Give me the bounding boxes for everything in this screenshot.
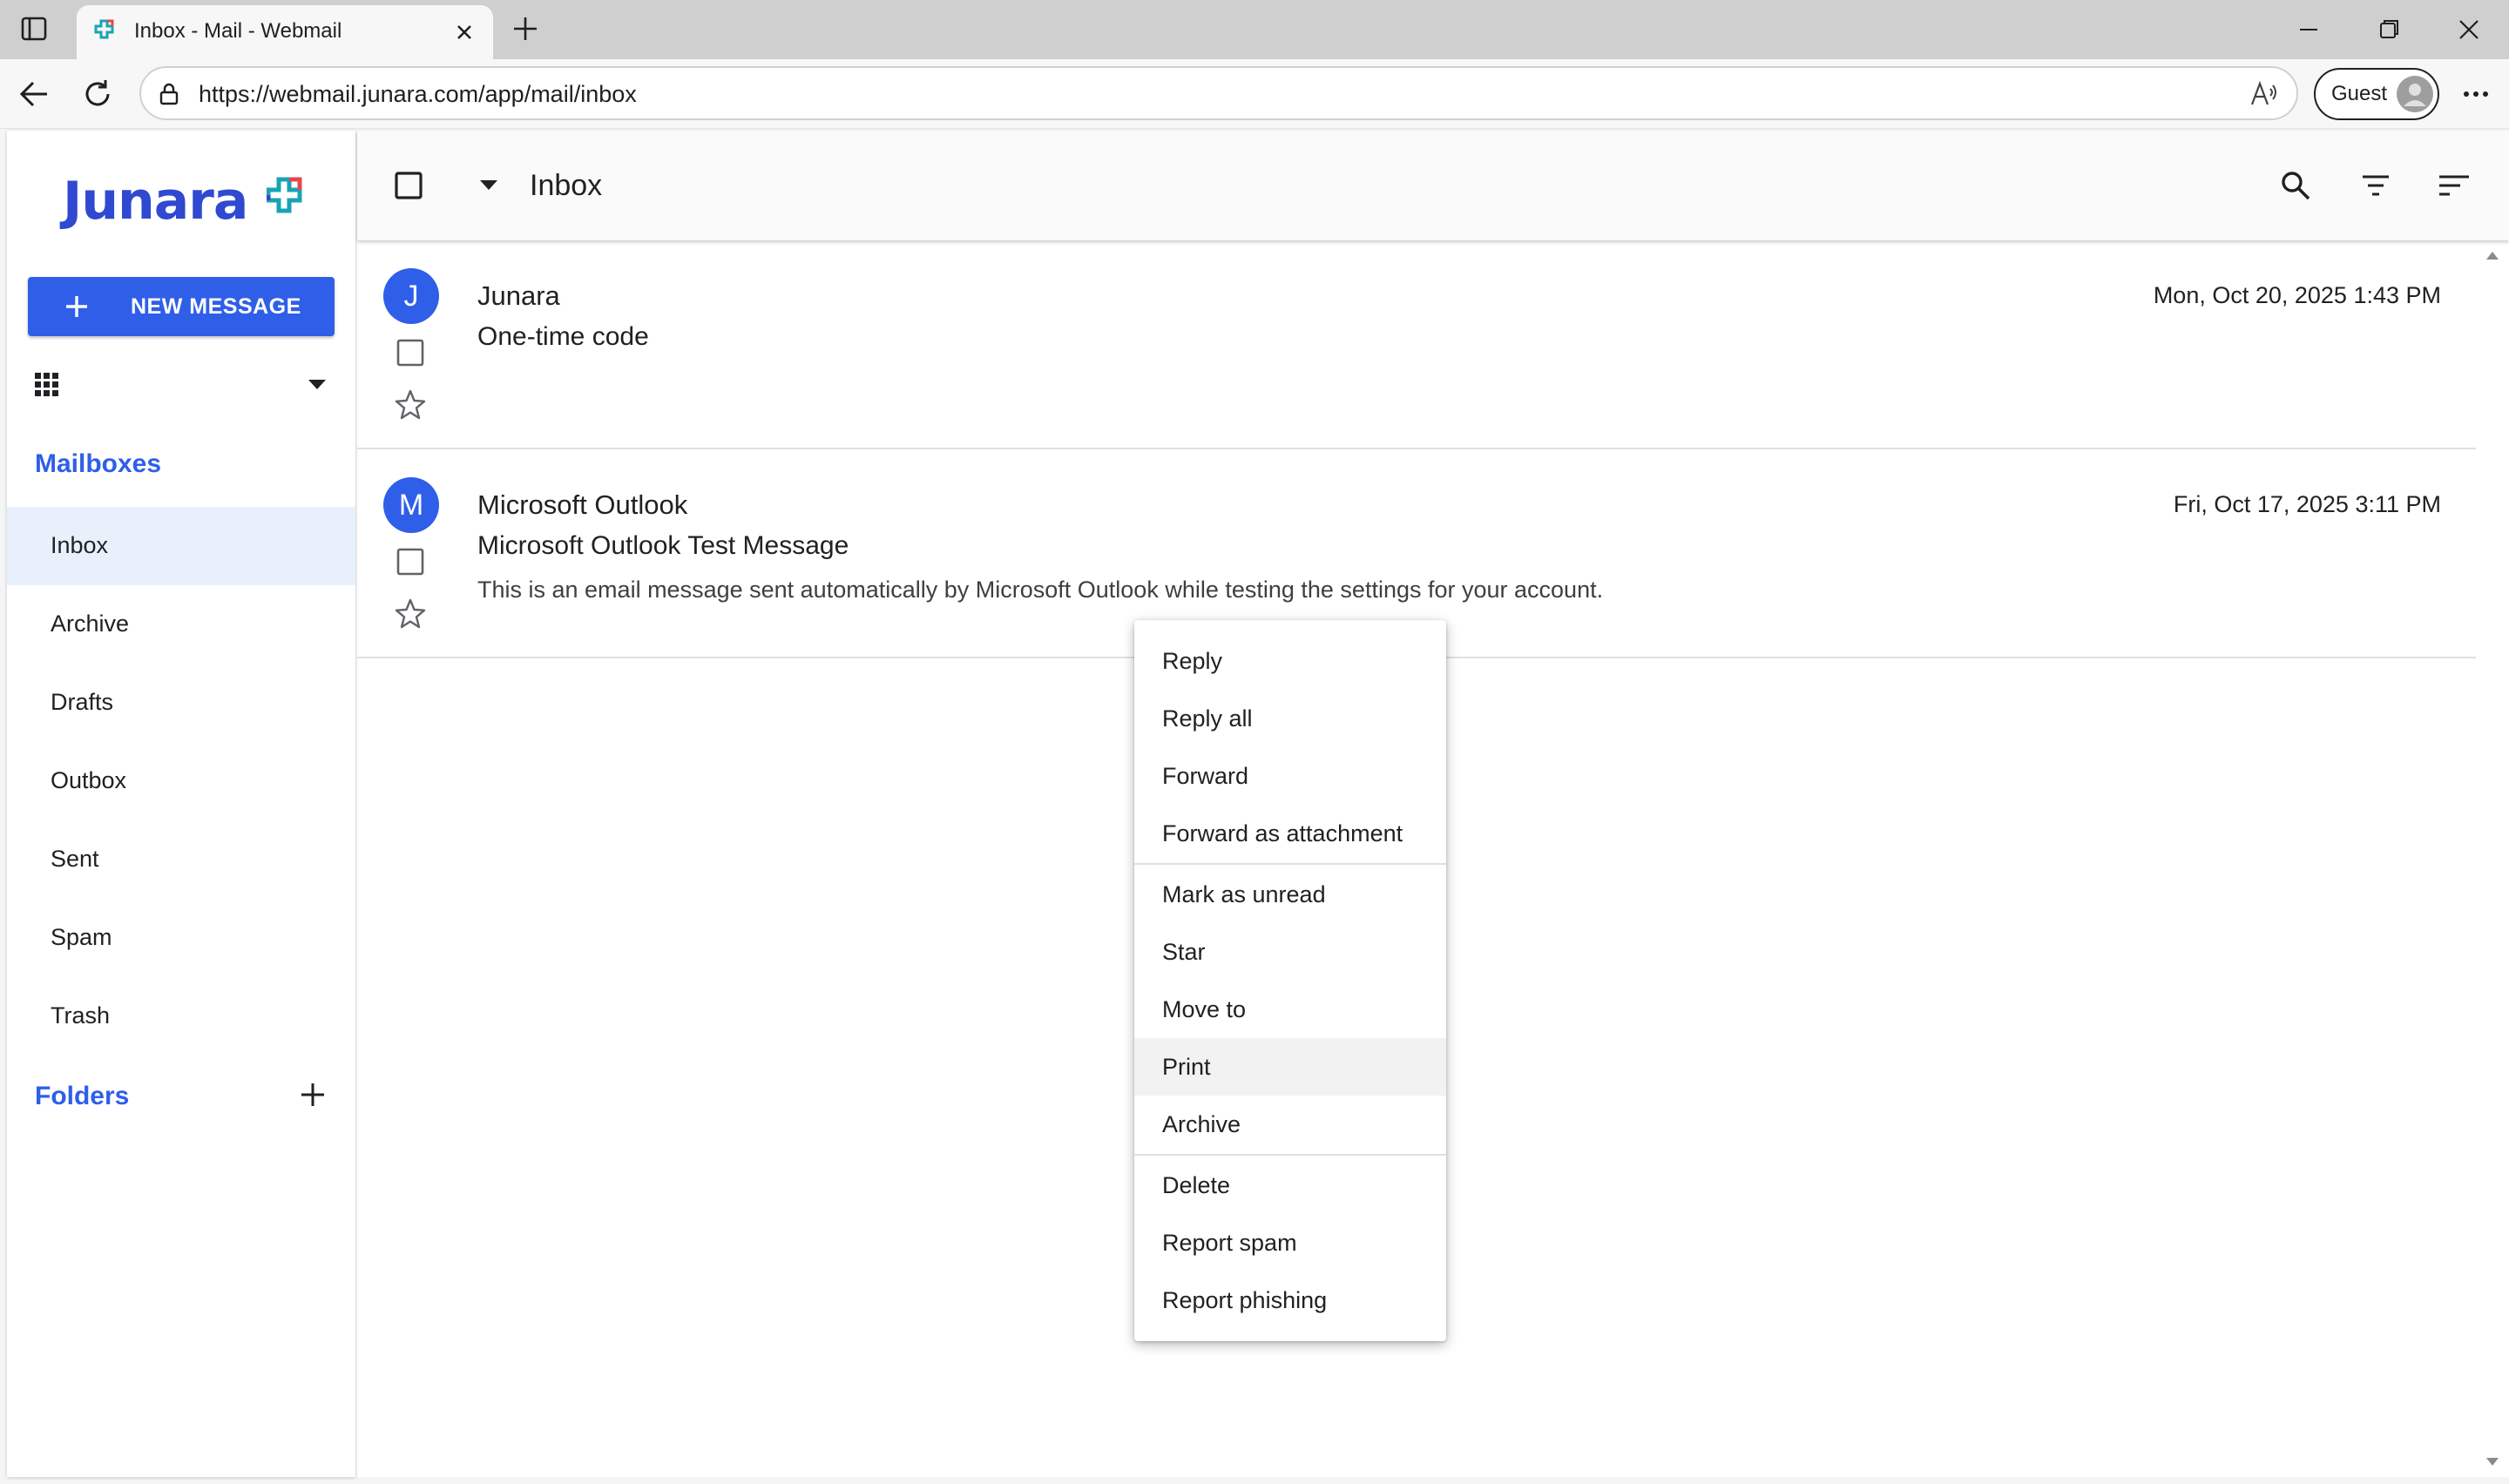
junara-favicon	[92, 17, 120, 45]
menu-divider	[1134, 1154, 1446, 1156]
restore-icon[interactable]	[2370, 12, 2408, 47]
folders-heading[interactable]: Folders	[35, 1082, 129, 1111]
sidebar-item-archive[interactable]: Archive	[7, 585, 355, 664]
message-subject: Microsoft Outlook Test Message	[477, 531, 849, 560]
mailbox-list: Inbox Archive Drafts Outbox Sent Spam Tr…	[7, 507, 355, 1056]
menu-item-label: Reply all	[1162, 705, 1253, 732]
menu-item-forward[interactable]: Forward	[1134, 747, 1446, 805]
menu-item-forward-as-attachment[interactable]: Forward as attachment	[1134, 805, 1446, 862]
sidebar-item-outbox[interactable]: Outbox	[7, 742, 355, 820]
lock-icon[interactable]	[157, 82, 181, 106]
menu-item-label: Print	[1162, 1054, 1211, 1080]
star-icon[interactable]	[394, 597, 427, 631]
sidebar: Junara NEW MESSAGE Mailboxes Inbox Archi…	[7, 131, 355, 1477]
message-date: Mon, Oct 20, 2025 1:43 PM	[2153, 282, 2441, 308]
tab-title: Inbox - Mail - Webmail	[134, 19, 342, 43]
read-aloud-icon[interactable]	[2249, 80, 2279, 108]
more-icon[interactable]	[2458, 78, 2493, 110]
search-icon[interactable]	[2279, 169, 2312, 202]
logo-text: Junara	[63, 171, 248, 232]
menu-item-label: Move to	[1162, 996, 1247, 1022]
window-close-icon[interactable]	[2450, 12, 2488, 47]
profile-label: Guest	[2331, 82, 2388, 105]
sidebar-item-label: Outbox	[51, 767, 127, 793]
menu-item-mark-as-unread[interactable]: Mark as unread	[1134, 866, 1446, 923]
sender-avatar: M	[383, 477, 439, 533]
select-menu-caret-icon[interactable]	[479, 179, 498, 192]
menu-item-reply[interactable]: Reply	[1134, 632, 1446, 690]
new-message-label: NEW MESSAGE	[131, 294, 301, 319]
select-all-checkbox-icon[interactable]	[394, 171, 423, 200]
sidebar-item-label: Trash	[51, 1002, 111, 1029]
webmail-app: Junara NEW MESSAGE Mailboxes Inbox Archi…	[0, 129, 2509, 1484]
sender-avatar: J	[383, 268, 439, 324]
menu-item-report-spam[interactable]: Report spam	[1134, 1214, 1446, 1272]
back-icon[interactable]	[16, 77, 52, 111]
menu-item-report-phishing[interactable]: Report phishing	[1134, 1272, 1446, 1329]
sidebar-item-label: Sent	[51, 846, 99, 872]
sidebar-item-inbox[interactable]: Inbox	[7, 507, 355, 585]
sidebar-item-sent[interactable]: Sent	[7, 820, 355, 899]
sidebar-item-spam[interactable]: Spam	[7, 899, 355, 977]
plus-icon	[64, 294, 89, 319]
sort-icon[interactable]	[2438, 171, 2471, 200]
menu-item-label: Forward	[1162, 763, 1249, 789]
mailboxes-heading[interactable]: Mailboxes	[35, 449, 161, 479]
page-title: Inbox	[530, 169, 603, 202]
logo-mark-icon	[267, 174, 307, 218]
close-icon[interactable]	[450, 17, 479, 47]
menu-item-move-to[interactable]: Move to	[1134, 981, 1446, 1038]
address-bar-row: https://webmail.junara.com/app/mail/inbo…	[0, 59, 2509, 129]
browser-tab-strip: Inbox - Mail - Webmail	[0, 0, 2509, 59]
menu-item-label: Reply	[1162, 648, 1223, 674]
menu-item-label: Report phishing	[1162, 1287, 1328, 1313]
sidebar-item-trash[interactable]: Trash	[7, 977, 355, 1056]
add-folder-plus-icon[interactable]	[298, 1080, 328, 1110]
menu-item-label: Archive	[1162, 1111, 1241, 1137]
menu-item-star[interactable]: Star	[1134, 923, 1446, 981]
message-preview: This is an email message sent automatica…	[477, 577, 1604, 603]
menu-item-label: Report spam	[1162, 1230, 1297, 1256]
menu-item-label: Forward as attachment	[1162, 820, 1403, 847]
minimize-icon[interactable]	[2289, 12, 2328, 47]
sidebar-item-drafts[interactable]: Drafts	[7, 664, 355, 742]
star-icon[interactable]	[394, 388, 427, 422]
new-message-button[interactable]: NEW MESSAGE	[28, 277, 335, 336]
new-tab-plus-icon[interactable]	[509, 12, 542, 45]
list-toolbar: Inbox	[357, 131, 2509, 240]
menu-item-reply-all[interactable]: Reply all	[1134, 690, 1446, 747]
profile-avatar-icon	[2396, 75, 2434, 113]
sidebar-item-label: Spam	[51, 924, 112, 950]
profile-button[interactable]: Guest	[2314, 68, 2439, 120]
menu-item-label: Delete	[1162, 1172, 1231, 1198]
message-subject: One-time code	[477, 322, 649, 351]
checkbox-icon[interactable]	[396, 547, 425, 577]
sidebar-item-label: Drafts	[51, 689, 114, 715]
tab-actions-icon[interactable]	[19, 16, 51, 44]
message-sender: Microsoft Outlook	[477, 489, 688, 520]
scroll-up-arrow-icon[interactable]	[2485, 249, 2500, 261]
message-list: J Junara One-time code Mon, Oct 20, 2025…	[357, 240, 2476, 658]
scroll-down-arrow-icon[interactable]	[2485, 1456, 2500, 1468]
url-field[interactable]: https://webmail.junara.com/app/mail/inbo…	[139, 66, 2298, 120]
sidebar-item-label: Archive	[51, 610, 130, 637]
apps-grid-icon[interactable]	[33, 371, 61, 399]
menu-item-archive[interactable]: Archive	[1134, 1096, 1446, 1153]
message-context-menu: Reply Reply all Forward Forward as attac…	[1134, 620, 1446, 1341]
filter-icon[interactable]	[2361, 171, 2391, 200]
menu-divider	[1134, 863, 1446, 865]
menu-item-print[interactable]: Print	[1134, 1038, 1446, 1096]
message-sender: Junara	[477, 280, 560, 311]
message-row[interactable]: J Junara One-time code Mon, Oct 20, 2025…	[357, 240, 2476, 449]
menu-item-delete[interactable]: Delete	[1134, 1157, 1446, 1214]
checkbox-icon[interactable]	[396, 338, 425, 368]
browser-tab-active[interactable]: Inbox - Mail - Webmail	[77, 5, 493, 59]
menu-item-label: Mark as unread	[1162, 881, 1326, 907]
sidebar-item-label: Inbox	[51, 532, 109, 558]
message-date: Fri, Oct 17, 2025 3:11 PM	[2173, 491, 2441, 517]
caret-down-icon[interactable]	[307, 378, 328, 392]
url-text[interactable]: https://webmail.junara.com/app/mail/inbo…	[199, 81, 637, 108]
reload-icon[interactable]	[80, 77, 115, 111]
menu-item-label: Star	[1162, 939, 1206, 965]
